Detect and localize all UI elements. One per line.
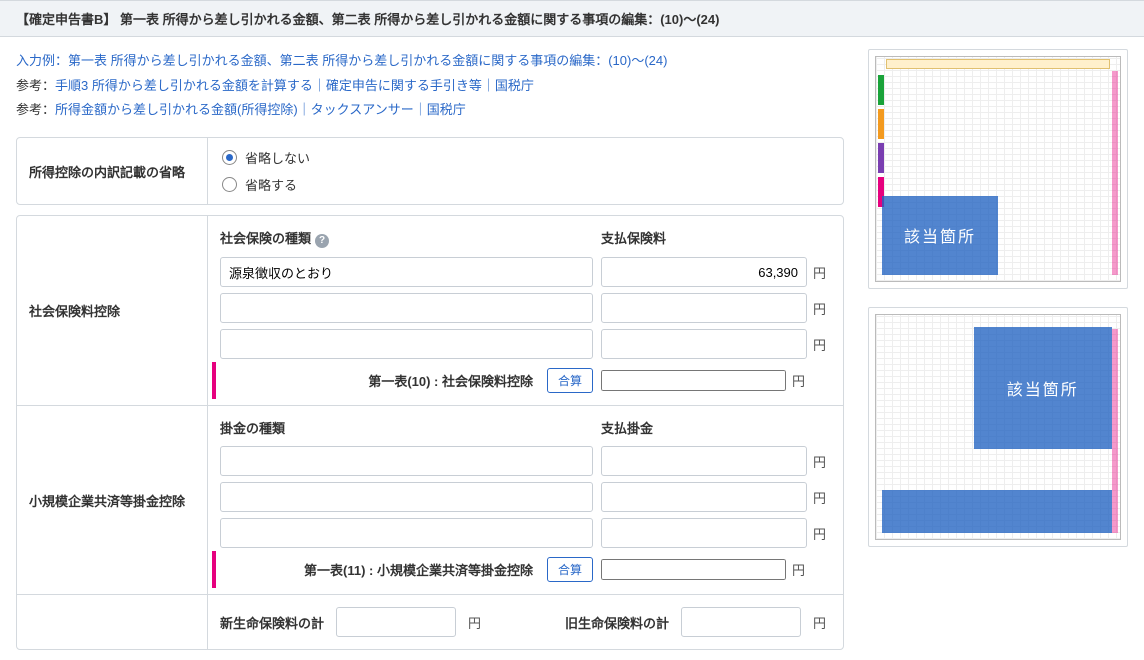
- social-section-label: 社会保険料控除: [17, 216, 207, 405]
- social-type-input-0[interactable]: [220, 257, 593, 287]
- sme-total-label: 第一表(11) : 小規模企業共済等掛金控除: [220, 560, 539, 579]
- sme-amount-input-1[interactable]: [601, 482, 807, 512]
- ref-prefix-1: 参考：: [16, 78, 55, 93]
- reference-links: 入力例：第一表 所得から差し引かれる金額、第二表 所得から差し引かれる金額に関す…: [16, 49, 844, 123]
- social-sum-button[interactable]: 合算: [547, 368, 593, 393]
- highlight-label: 該当箇所: [974, 327, 1112, 449]
- sme-amount-input-0[interactable]: [601, 446, 807, 476]
- deductions-panel: 社会保険料控除 社会保険の種類? 支払保険料 円 円: [16, 215, 844, 650]
- omit-label: 所得控除の内訳記載の省略: [17, 138, 207, 204]
- social-amount-input-1[interactable]: [601, 293, 807, 323]
- omit-radio-yes-label: 省略する: [245, 175, 297, 194]
- sme-amount-head: 支払掛金: [601, 418, 831, 437]
- sme-total-input[interactable]: [601, 559, 786, 580]
- social-type-input-1[interactable]: [220, 293, 593, 323]
- social-total-label: 第一表(10) : 社会保険料控除: [220, 371, 539, 390]
- life-new-input[interactable]: [336, 607, 456, 637]
- sme-amount-input-2[interactable]: [601, 518, 807, 548]
- example-link[interactable]: 入力例：第一表 所得から差し引かれる金額、第二表 所得から差し引かれる金額に関す…: [16, 53, 667, 68]
- sme-section-label: 小規模企業共済等掛金控除: [17, 406, 207, 594]
- form-thumbnail-1[interactable]: 該当箇所: [868, 49, 1128, 289]
- social-amount-head: 支払保険料: [601, 228, 831, 248]
- life-old-input[interactable]: [681, 607, 801, 637]
- life-section-label: [17, 595, 207, 649]
- sme-type-input-0[interactable]: [220, 446, 593, 476]
- ref-link-2[interactable]: 所得金額から差し引かれる金額(所得控除)｜タックスアンサー｜国税庁: [55, 102, 466, 117]
- omit-radio-no-label: 省略しない: [245, 148, 310, 167]
- omit-radio-no[interactable]: 省略しない: [222, 148, 829, 167]
- life-old-label: 旧生命保険料の計: [565, 613, 669, 632]
- highlight-label: 該当箇所: [882, 196, 998, 275]
- ref-prefix-2: 参考：: [16, 102, 55, 117]
- omit-panel: 所得控除の内訳記載の省略 省略しない 省略する: [16, 137, 844, 205]
- social-type-head: 社会保険の種類?: [220, 228, 593, 248]
- sme-sum-button[interactable]: 合算: [547, 557, 593, 582]
- life-new-label: 新生命保険料の計: [220, 613, 324, 632]
- sme-type-head: 掛金の種類: [220, 418, 593, 437]
- social-amount-input-2[interactable]: [601, 329, 807, 359]
- ref-link-1[interactable]: 手順3 所得から差し引かれる金額を計算する｜確定申告に関する手引き等｜国税庁: [55, 78, 534, 93]
- social-total-input[interactable]: [601, 370, 786, 391]
- page-title: 【確定申告書B】 第一表 所得から差し引かれる金額、第二表 所得から差し引かれる…: [0, 0, 1144, 37]
- sme-type-input-2[interactable]: [220, 518, 593, 548]
- radio-icon: [222, 150, 237, 165]
- form-thumbnail-2[interactable]: 該当箇所: [868, 307, 1128, 547]
- sme-type-input-1[interactable]: [220, 482, 593, 512]
- social-type-input-2[interactable]: [220, 329, 593, 359]
- radio-icon: [222, 177, 237, 192]
- help-icon[interactable]: ?: [315, 234, 329, 248]
- social-amount-input-0[interactable]: [601, 257, 807, 287]
- omit-radio-yes[interactable]: 省略する: [222, 175, 829, 194]
